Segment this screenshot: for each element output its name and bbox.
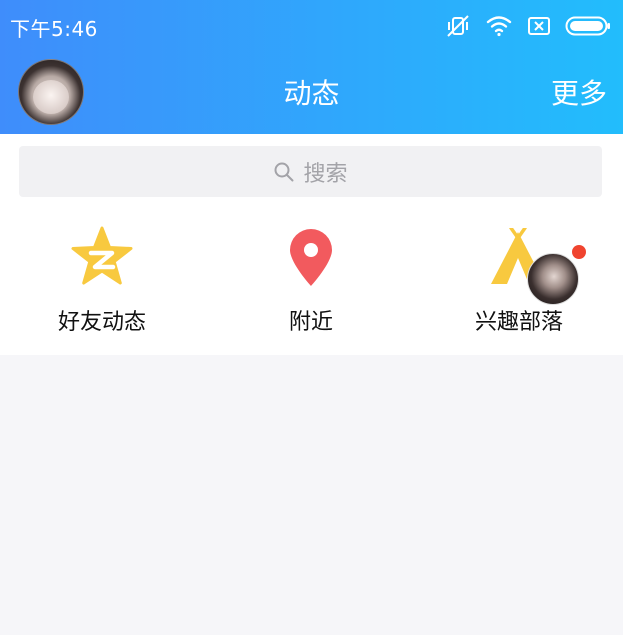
nav-bar: 动态 更多: [0, 50, 623, 134]
page-title: 动态: [283, 77, 340, 110]
search-icon: [273, 161, 295, 183]
battery-icon: [565, 15, 611, 37]
app-header: 下午5:46 动态 更多: [0, 0, 623, 134]
status-time: 下午5:46: [10, 17, 98, 41]
wifi-icon: [485, 14, 513, 38]
search-placeholder: 搜索: [303, 161, 348, 187]
sim-icon: [527, 15, 551, 37]
qzone-star-icon: [70, 226, 134, 288]
more-button[interactable]: 更多: [551, 72, 607, 112]
shortcut-friends-feed[interactable]: 好友动态: [12, 210, 192, 355]
search-area: 搜索: [0, 134, 623, 210]
search-input[interactable]: 搜索: [19, 146, 602, 197]
shortcut-nearby[interactable]: 附近: [221, 210, 401, 355]
notification-badge: [572, 245, 586, 259]
vibrate-mute-icon: [445, 13, 471, 39]
shortcut-grid: 好友动态 附近 兴趣部落: [0, 210, 623, 355]
tribe-avatar: [527, 253, 579, 305]
location-pin-icon: [287, 228, 335, 288]
shortcut-label: 好友动态: [57, 310, 146, 335]
shortcut-label: 附近: [288, 310, 333, 335]
shortcut-interest-tribe[interactable]: 兴趣部落: [429, 210, 609, 355]
shortcut-label: 兴趣部落: [474, 310, 563, 335]
status-bar: 下午5:46: [0, 0, 623, 50]
status-icons: [445, 12, 611, 40]
